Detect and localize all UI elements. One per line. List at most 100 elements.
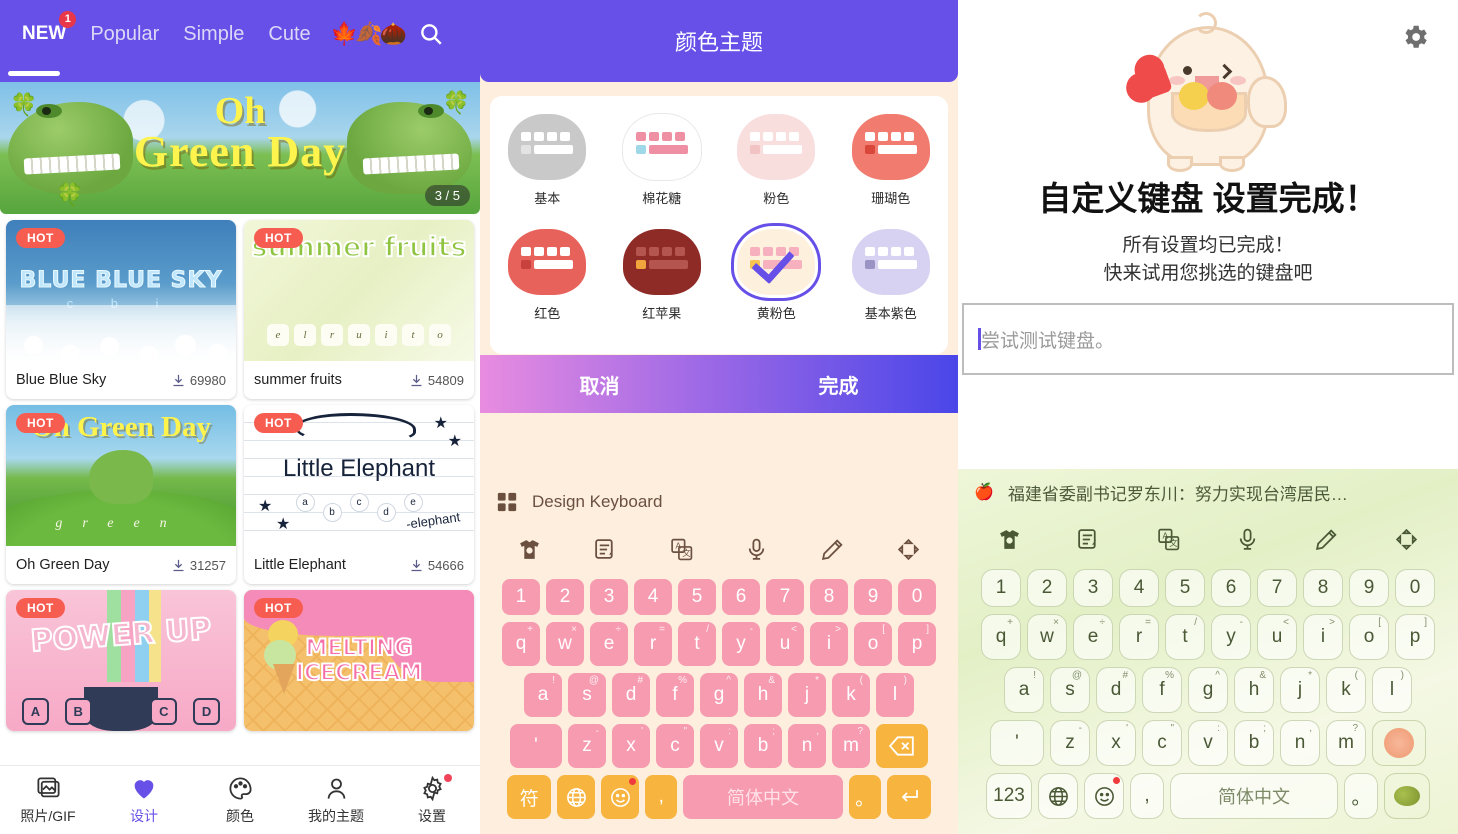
key-d[interactable]: # d bbox=[1096, 667, 1136, 713]
key-8[interactable]: 8 bbox=[810, 579, 848, 615]
apps-grid-icon[interactable] bbox=[496, 491, 518, 513]
sidebar-item-my-themes[interactable]: 我的主题 bbox=[288, 766, 384, 834]
key-x[interactable]: ' x bbox=[1096, 720, 1136, 766]
key-7[interactable]: 7 bbox=[1257, 569, 1297, 607]
key-b[interactable]: ; b bbox=[744, 724, 782, 768]
theme-card-power-up[interactable]: HOT POWER UP AB CD bbox=[6, 590, 236, 731]
key-h[interactable]: & h bbox=[744, 673, 782, 717]
comma-key[interactable]: , bbox=[645, 775, 678, 819]
suggestion-text[interactable]: 福建省委副书记罗东川：努力实现台湾居民… bbox=[1008, 480, 1348, 505]
tab-simple[interactable]: Simple bbox=[171, 23, 256, 46]
key-f[interactable]: % f bbox=[656, 673, 694, 717]
color-option-yellow-pink[interactable]: 黄粉色 bbox=[719, 223, 834, 322]
tab-popular[interactable]: Popular bbox=[78, 23, 171, 46]
key-y[interactable]: -y bbox=[722, 622, 760, 666]
key-1[interactable]: 1 bbox=[502, 579, 540, 615]
pencil-icon[interactable] bbox=[1314, 527, 1339, 552]
key-f[interactable]: % f bbox=[1142, 667, 1182, 713]
key-j[interactable]: * j bbox=[1280, 667, 1320, 713]
keyboard-suggestion-bar[interactable]: Design Keyboard bbox=[480, 479, 958, 525]
key-8[interactable]: 8 bbox=[1303, 569, 1343, 607]
key-0[interactable]: 0 bbox=[898, 579, 936, 615]
key-g[interactable]: ^ g bbox=[1188, 667, 1228, 713]
cancel-button[interactable]: 取消 bbox=[480, 370, 719, 399]
key-l[interactable]: ) l bbox=[1372, 667, 1412, 713]
key-a[interactable]: ! a bbox=[524, 673, 562, 717]
key-0[interactable]: 0 bbox=[1395, 569, 1435, 607]
key-r[interactable]: = r bbox=[634, 622, 672, 666]
key-m[interactable]: ? m bbox=[1326, 720, 1366, 766]
tab-cute[interactable]: Cute bbox=[256, 23, 322, 46]
globe-key[interactable] bbox=[1038, 773, 1078, 819]
key-3[interactable]: 3 bbox=[1073, 569, 1113, 607]
symbols-key[interactable]: 符 bbox=[507, 775, 552, 819]
theme-card-melting-icecream[interactable]: HOT MELTING ICECREAM bbox=[244, 590, 474, 731]
apple-icon[interactable]: 🍎 bbox=[974, 482, 994, 502]
color-option-basic-purple[interactable]: 基本紫色 bbox=[834, 229, 949, 322]
key-e[interactable]: ÷ e bbox=[590, 622, 628, 666]
key-k[interactable]: (k bbox=[1326, 667, 1366, 713]
key-k[interactable]: (k bbox=[832, 673, 870, 717]
microphone-icon[interactable] bbox=[744, 537, 769, 562]
key-c[interactable]: " c bbox=[1142, 720, 1182, 766]
key-u[interactable]: < u bbox=[1257, 614, 1297, 660]
symbols-key[interactable]: 123 bbox=[986, 773, 1032, 819]
sidebar-item-design[interactable]: 设计 bbox=[96, 766, 192, 834]
key-2[interactable]: 2 bbox=[1027, 569, 1067, 607]
space-key[interactable]: 简体中文 bbox=[1170, 773, 1338, 819]
key-4[interactable]: 4 bbox=[634, 579, 672, 615]
resize-icon[interactable] bbox=[1394, 527, 1419, 552]
color-option-pink[interactable]: 粉色 bbox=[719, 114, 834, 207]
key-y[interactable]: -y bbox=[1211, 614, 1251, 660]
tab-new[interactable]: NEW 1 bbox=[10, 11, 78, 45]
key-s[interactable]: @ s bbox=[568, 673, 606, 717]
featured-banner[interactable]: 🍀 🍀 🍀 Oh Green Day 3 / 5 bbox=[0, 82, 480, 214]
period-key[interactable]: 。 bbox=[848, 775, 881, 819]
key-v[interactable]: :v bbox=[700, 724, 738, 768]
key-h[interactable]: & h bbox=[1234, 667, 1274, 713]
color-option-cotton-candy[interactable]: 棉花糖 bbox=[605, 114, 720, 207]
emoji-key[interactable] bbox=[601, 775, 640, 819]
translate-icon[interactable]: A 文 bbox=[1156, 527, 1181, 552]
resize-icon[interactable] bbox=[896, 537, 921, 562]
key-s[interactable]: @ s bbox=[1050, 667, 1090, 713]
key-shift[interactable]: ' bbox=[510, 724, 562, 768]
enter-key[interactable] bbox=[886, 775, 931, 819]
key-z[interactable]: -z bbox=[568, 724, 606, 768]
key-g[interactable]: ^ g bbox=[700, 673, 738, 717]
key-r[interactable]: = r bbox=[1119, 614, 1159, 660]
comma-key[interactable]: , bbox=[1130, 773, 1164, 819]
microphone-icon[interactable] bbox=[1235, 527, 1260, 552]
key-l[interactable]: ) l bbox=[876, 673, 914, 717]
key-n[interactable]: ,n bbox=[1280, 720, 1320, 766]
key-n[interactable]: ,n bbox=[788, 724, 826, 768]
key-w[interactable]: × w bbox=[1027, 614, 1067, 660]
key-b[interactable]: ; b bbox=[1234, 720, 1274, 766]
key-6[interactable]: 6 bbox=[1211, 569, 1251, 607]
theme-card-oh-green-day[interactable]: HOT Oh Green Day green Oh Green Day 3125… bbox=[6, 405, 236, 584]
key-o[interactable]: [o bbox=[854, 622, 892, 666]
key-c[interactable]: " c bbox=[656, 724, 694, 768]
key-p[interactable]: ] p bbox=[1395, 614, 1435, 660]
key-5[interactable]: 5 bbox=[678, 579, 716, 615]
sidebar-item-settings[interactable]: 设置 bbox=[384, 766, 480, 834]
done-button[interactable]: 完成 bbox=[719, 370, 958, 399]
key-9[interactable]: 9 bbox=[1349, 569, 1389, 607]
keyboard-test-input[interactable]: 尝试测试键盘。 bbox=[962, 303, 1454, 376]
key-d[interactable]: # d bbox=[612, 673, 650, 717]
sidebar-item-photo-gif[interactable]: 照片/GIF bbox=[0, 766, 96, 834]
key-4[interactable]: 4 bbox=[1119, 569, 1159, 607]
key-q[interactable]: + q bbox=[502, 622, 540, 666]
season-leaves-icon[interactable]: 🍁🍂🌰 bbox=[331, 21, 407, 47]
globe-key[interactable] bbox=[557, 775, 596, 819]
key-t[interactable]: / t bbox=[678, 622, 716, 666]
translate-icon[interactable]: A 文 bbox=[669, 537, 694, 562]
color-option-red[interactable]: 红色 bbox=[490, 229, 605, 322]
key-p[interactable]: ] p bbox=[898, 622, 936, 666]
key-t[interactable]: / t bbox=[1165, 614, 1205, 660]
space-key[interactable]: 简体中文 bbox=[683, 775, 843, 819]
key-m[interactable]: ? m bbox=[832, 724, 870, 768]
key-q[interactable]: + q bbox=[981, 614, 1021, 660]
key-shift[interactable]: ' bbox=[990, 720, 1044, 766]
backspace-key[interactable] bbox=[876, 724, 928, 768]
